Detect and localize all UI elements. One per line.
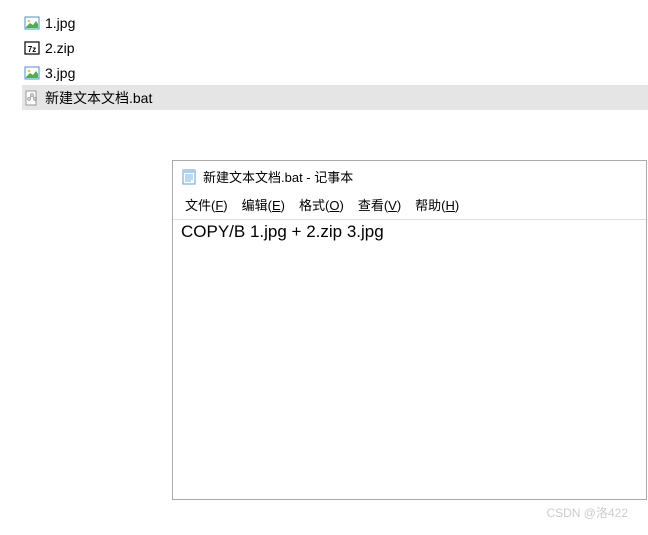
7z-file-icon: 7z — [24, 40, 40, 56]
notepad-icon — [181, 169, 197, 185]
image-file-icon — [24, 65, 40, 81]
file-label: 2.zip — [45, 40, 75, 56]
titlebar[interactable]: 新建文本文档.bat - 记事本 — [173, 161, 646, 192]
bat-file-icon — [24, 90, 40, 106]
image-file-icon — [24, 15, 40, 31]
menu-o[interactable]: 格式(O) — [293, 194, 350, 215]
file-item[interactable]: 新建文本文档.bat — [22, 85, 648, 110]
file-label: 新建文本文档.bat — [45, 88, 152, 108]
file-label: 3.jpg — [45, 65, 75, 81]
menubar: 文件(F)编辑(E)格式(O)查看(V)帮助(H) — [173, 192, 646, 219]
svg-text:7z: 7z — [28, 45, 36, 54]
file-label: 1.jpg — [45, 15, 75, 31]
file-item[interactable]: 3.jpg — [22, 60, 648, 85]
watermark: CSDN @洛422 — [546, 504, 628, 521]
menu-f[interactable]: 文件(F) — [179, 194, 234, 215]
menu-e[interactable]: 编辑(E) — [236, 194, 291, 215]
menu-h[interactable]: 帮助(H) — [409, 194, 465, 215]
file-item[interactable]: 1.jpg — [22, 10, 648, 35]
menu-v[interactable]: 查看(V) — [352, 194, 407, 215]
file-list: 1.jpg 7z 2.zip 3.jpg 新建文本文档.bat — [0, 0, 648, 110]
file-item[interactable]: 7z 2.zip — [22, 35, 648, 60]
editor-content[interactable]: COPY/B 1.jpg + 2.zip 3.jpg — [173, 219, 646, 499]
notepad-window: 新建文本文档.bat - 记事本 文件(F)编辑(E)格式(O)查看(V)帮助(… — [172, 160, 647, 500]
window-title: 新建文本文档.bat - 记事本 — [203, 167, 353, 186]
